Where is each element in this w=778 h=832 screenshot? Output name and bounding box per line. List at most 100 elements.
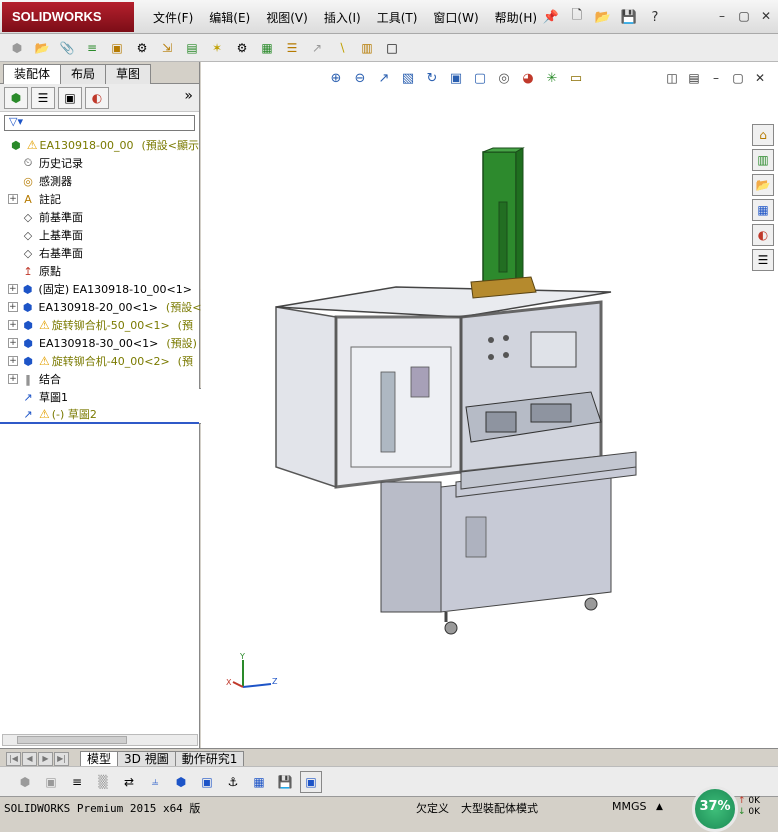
apply-scene-icon[interactable]: ✳ <box>542 68 562 88</box>
tree-row[interactable]: ◇ 右基準面 <box>0 244 199 262</box>
menu-insert[interactable]: 插入(I) <box>316 0 369 34</box>
units-menu-arrow-icon[interactable]: ▲ <box>656 802 663 812</box>
tab-sketch[interactable]: 草图 <box>105 64 152 84</box>
clearance-icon[interactable]: ▣ <box>40 771 62 793</box>
new-motion-study-icon[interactable]: ▦ <box>256 37 278 59</box>
move-component-icon[interactable]: ⇲ <box>156 37 178 59</box>
tab-layout[interactable]: 布局 <box>60 64 107 84</box>
menu-view[interactable]: 视图(V) <box>258 0 316 34</box>
custom-properties-icon[interactable]: ☰ <box>752 249 774 271</box>
hide-show-items-icon[interactable]: ◎ <box>494 68 514 88</box>
component-pattern-icon[interactable]: ▣ <box>106 37 128 59</box>
tree-row[interactable]: ⏲ 历史记录 <box>0 154 199 172</box>
align-icon[interactable]: ⇄ <box>118 771 140 793</box>
chevron-right-icon[interactable]: » <box>184 88 193 104</box>
tab-assembly[interactable]: 装配体 <box>3 64 62 85</box>
previous-view-icon[interactable]: ↗ <box>374 68 394 88</box>
design-library-icon[interactable]: ▥ <box>752 149 774 171</box>
menu-tools[interactable]: 工具(T) <box>369 0 426 34</box>
table-icon[interactable]: ▦ <box>248 771 270 793</box>
expand-icon[interactable]: + <box>8 284 18 294</box>
tree-row[interactable]: ⬢ ⚠ EA130918-00_00 (預設<顯示 <box>0 136 199 154</box>
tree-row[interactable]: + A 註記 <box>0 190 199 208</box>
horizontal-scrollbar[interactable] <box>2 734 198 746</box>
display-style-icon[interactable]: ▢ <box>470 68 490 88</box>
home-icon[interactable]: ⌂ <box>752 124 774 146</box>
zoom-to-fit-icon[interactable]: ⊕ <box>326 68 346 88</box>
scrollbar-thumb[interactable] <box>17 736 127 744</box>
tree-row[interactable]: + ⬢ EA130918-30_00<1> (預設) <box>0 334 199 352</box>
tree-row[interactable]: + ⬢ ⚠ 旋转铆合机-50_00<1> (預 <box>0 316 199 334</box>
interference-icon[interactable]: ▒ <box>92 771 114 793</box>
property-manager-icon[interactable]: ☰ <box>31 86 55 109</box>
tree-row[interactable]: + ⬢ ⚠ 旋转铆合机-40_00<2> (預 <box>0 352 199 370</box>
anchor-icon[interactable]: ⚓ <box>222 771 244 793</box>
pin-icon[interactable]: 📌 <box>540 6 562 28</box>
view-settings-icon[interactable]: ▭ <box>566 68 586 88</box>
tab-3d-views[interactable]: 3D 視圖 <box>117 751 176 766</box>
reference-geometry-icon[interactable]: ⚙ <box>231 37 253 59</box>
expand-icon[interactable]: + <box>8 194 18 204</box>
restore-icon[interactable]: ▢ <box>730 70 746 86</box>
menu-file[interactable]: 文件(F) <box>145 0 201 34</box>
open-component-icon[interactable]: 📂 <box>31 37 53 59</box>
performance-gauge[interactable]: 37% <box>692 786 738 832</box>
graphics-viewport[interactable]: ⊕ ⊖ ↗ ▧ ↻ ▣ ▢ ◎ ◕ ✳ ▭ ◫ ▤ – ▢ ✕ ⌂ ▥ 📂 ▦ … <box>201 62 778 748</box>
filter-input[interactable]: ▽▾ <box>4 115 195 131</box>
mate-icon[interactable]: ≡ <box>81 37 103 59</box>
tab-model[interactable]: 模型 <box>80 751 119 766</box>
next-tab-icon[interactable]: ▶ <box>38 752 53 766</box>
minimize-icon[interactable]: – <box>708 70 724 86</box>
restore-icon[interactable]: ▢ <box>736 8 752 24</box>
expand-icon[interactable]: + <box>8 302 18 312</box>
split-horizontal-icon[interactable]: ◫ <box>664 70 680 86</box>
paperclip-icon[interactable]: 📎 <box>56 37 78 59</box>
open-folder-icon[interactable]: 📂 <box>592 6 614 28</box>
view-orientation-icon[interactable]: ▣ <box>446 68 466 88</box>
menu-window[interactable]: 窗口(W) <box>425 0 486 34</box>
menu-help[interactable]: 帮助(H) <box>487 0 545 34</box>
tree-row[interactable]: ↥ 原點 <box>0 262 199 280</box>
save-icon[interactable]: 💾 <box>618 6 640 28</box>
close-icon[interactable]: ✕ <box>752 70 768 86</box>
status-units[interactable]: MMGS <box>612 800 647 813</box>
isolate-icon[interactable]: ⬢ <box>14 771 36 793</box>
edit-appearance-icon[interactable]: ◕ <box>518 68 538 88</box>
tab-motion-study[interactable]: 動作研究1 <box>174 751 245 766</box>
tree-row[interactable]: +⬢(固定) EA130918-10_00<1>( <box>0 280 204 298</box>
filter-icon[interactable]: ▽▾ <box>9 115 23 128</box>
save-view-icon[interactable]: 💾 <box>274 771 296 793</box>
previous-tab-icon[interactable]: ◀ <box>22 752 37 766</box>
new-document-icon[interactable]: 🗋 <box>566 6 588 28</box>
section-view-icon[interactable]: ▧ <box>398 68 418 88</box>
tree-row[interactable]: ◎ 感測器 <box>0 172 199 190</box>
menu-edit[interactable]: 编辑(E) <box>201 0 258 34</box>
bill-of-materials-icon[interactable]: ☰ <box>281 37 303 59</box>
insert-component-icon[interactable]: ⬢ <box>6 37 28 59</box>
expand-icon[interactable]: + <box>8 356 18 366</box>
appearances-icon[interactable]: ◐ <box>752 224 774 246</box>
help-icon[interactable]: ? <box>644 6 666 28</box>
configuration-manager-icon[interactable]: ▣ <box>58 86 82 109</box>
file-explorer-icon[interactable]: 📂 <box>752 174 774 196</box>
tree-row[interactable]: + ‖ 结合 <box>0 370 199 388</box>
split-vertical-icon[interactable]: ▤ <box>686 70 702 86</box>
tree-row[interactable]: ◇ 前基準面 <box>0 208 199 226</box>
exploded-view-icon[interactable]: ↗ <box>306 37 328 59</box>
assembly-model-render[interactable] <box>261 142 701 642</box>
feature-tree-icon[interactable]: ⬢ <box>4 86 28 109</box>
render-icon[interactable]: ⬢ <box>170 771 192 793</box>
display-manager-icon[interactable]: ◐ <box>85 86 109 109</box>
last-tab-icon[interactable]: ▶| <box>54 752 69 766</box>
expand-icon[interactable]: + <box>8 338 18 348</box>
3d-view-icon[interactable]: ▣ <box>300 770 322 793</box>
tree-row[interactable]: ◇ 上基準面 <box>0 226 199 244</box>
cube-icon[interactable]: ▣ <box>196 771 218 793</box>
smart-fasteners-icon[interactable]: ⚙ <box>131 37 153 59</box>
view-palette-icon[interactable]: ▦ <box>752 199 774 221</box>
list-icon[interactable]: ≡ <box>66 771 88 793</box>
instant3d-icon[interactable]: ∖ <box>331 37 353 59</box>
tree-row[interactable]: ↗ ⚠ (-) 草圖2 <box>0 406 199 424</box>
speedpak-icon[interactable]: ▥ <box>356 37 378 59</box>
assembly-features-icon[interactable]: ✶ <box>206 37 228 59</box>
